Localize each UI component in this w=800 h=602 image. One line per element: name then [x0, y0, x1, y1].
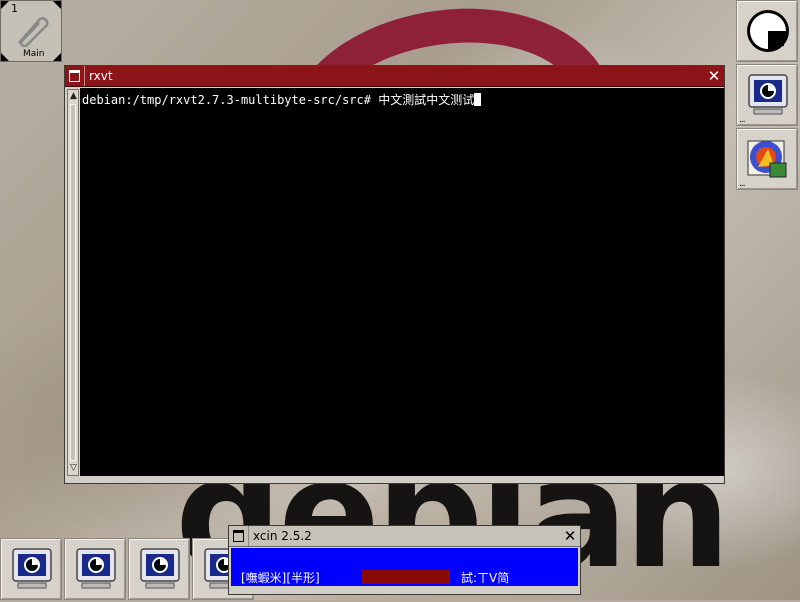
terminal-line: debian:/tmp/rxvt2.7.3-multibyte-src/src#…	[82, 93, 475, 107]
bottom-dock-tile-2[interactable]	[64, 538, 126, 600]
rxvt-titlebar[interactable]: rxvt ✕	[65, 66, 724, 87]
dock-tile-gnome-foot[interactable]	[736, 0, 798, 62]
scroll-down-arrow-icon[interactable]: ▽	[69, 463, 78, 474]
monitor-icon	[12, 548, 52, 589]
window-menu-button[interactable]	[229, 526, 249, 546]
window-menu-button[interactable]	[65, 66, 85, 86]
pager-corner	[53, 1, 61, 9]
window-title: rxvt	[89, 69, 113, 83]
scroll-up-arrow-icon[interactable]: ▲	[69, 91, 78, 102]
rxvt-window[interactable]: rxvt ✕ ▲ ▽ debian:/tmp/rxvt2.7.3-multiby…	[64, 65, 725, 484]
gimp-icon	[747, 140, 787, 178]
terminal-area[interactable]: debian:/tmp/rxvt2.7.3-multibyte-src/src#…	[80, 88, 724, 476]
workspace-pager[interactable]: 1 Main	[0, 0, 62, 62]
preedit-area	[362, 570, 450, 584]
input-code-display: 試:ㄒV简	[461, 571, 510, 585]
dock-tile-dots: ...	[739, 179, 746, 189]
dock-tile-dots: ...	[739, 115, 746, 125]
pager-desk-label: Main	[23, 49, 45, 59]
window-title: xcin 2.5.2	[253, 529, 312, 543]
gnome-foot-icon	[747, 10, 789, 52]
window-menu-icon	[233, 530, 244, 542]
pager-corner	[1, 53, 9, 61]
dock-tile-gimp[interactable]: ...	[736, 128, 798, 190]
pager-corner	[53, 53, 61, 61]
input-method-status: [嘸蝦米][半形]	[241, 571, 320, 585]
dock-tile-terminal[interactable]: ...	[736, 64, 798, 126]
monitor-icon	[748, 74, 788, 115]
xcin-status-bar: [嘸蝦米][半形] 試:ㄒV简	[231, 548, 578, 586]
bottom-dock-tile-3[interactable]	[128, 538, 190, 600]
paperclip-icon	[18, 17, 49, 47]
xcin-window[interactable]: xcin 2.5.2 ✕ [嘸蝦米][半形] 試:ㄒV简	[228, 525, 581, 595]
terminal-cursor	[474, 93, 482, 106]
terminal-scrollbar[interactable]: ▲ ▽	[67, 89, 79, 476]
monitor-icon	[76, 548, 116, 589]
close-button[interactable]: ✕	[704, 66, 724, 86]
scrollbar-track[interactable]	[70, 104, 76, 461]
monitor-icon	[140, 548, 180, 589]
close-button[interactable]: ✕	[560, 526, 580, 546]
bottom-dock-tile-1[interactable]	[0, 538, 62, 600]
xcin-titlebar[interactable]: xcin 2.5.2 ✕	[229, 526, 580, 547]
window-menu-icon	[69, 70, 80, 82]
pager-corner	[1, 1, 9, 9]
